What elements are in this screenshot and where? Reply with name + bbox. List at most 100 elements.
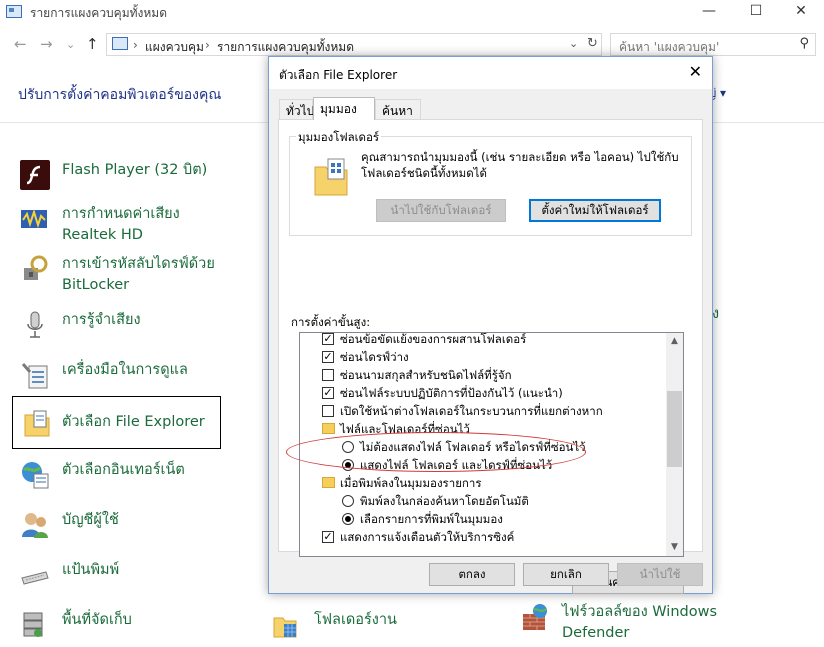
up-button[interactable]: ↑ xyxy=(86,35,99,53)
window-title: รายการแผงควบคุมทั้งหมด xyxy=(30,6,167,20)
checkbox-checked[interactable]: ✓ xyxy=(322,333,334,345)
advanced-setting-label: แสดงการแจ้งเตือนตัวให้บริการซิงค์ xyxy=(340,530,515,544)
scrollbar-thumb[interactable] xyxy=(667,391,682,467)
microphone-icon xyxy=(27,311,43,338)
cp-item-label: ตัวเลือกอินเทอร์เน็ต xyxy=(62,462,185,478)
admin-tools-icon xyxy=(21,363,48,389)
recent-locations-button[interactable]: ⌄ xyxy=(66,38,75,51)
breadcrumb-separator: › xyxy=(205,38,210,52)
cp-item-user-accounts[interactable]: บัญชีผู้ใช้ xyxy=(12,510,220,538)
cp-item-partial-label: ง xyxy=(712,306,720,322)
cp-item-label: ตัวเลือก File Explorer xyxy=(62,414,205,430)
cp-item-label: Flash Player (32 บิต) xyxy=(62,162,208,178)
folder-views-group: มุมมองโฟลเดอร์ คุณสามารถนำมุมมองนี้ (เช่… xyxy=(289,129,692,236)
address-bar[interactable]: › แผงควบคุม › รายการแผงควบคุมทั้งหมด ⌄ ↻ xyxy=(106,33,602,56)
tab-general[interactable]: ทั่วไป xyxy=(279,99,314,119)
advanced-setting-label: เมื่อพิมพ์ลงในมุมมองรายการ xyxy=(340,476,482,490)
tab-search[interactable]: ค้นหา xyxy=(375,99,421,119)
refresh-icon[interactable]: ↻ xyxy=(587,36,598,51)
advanced-setting-label: ซ่อนข้อขัดแย้งของการผสานโฟลเดอร์ xyxy=(340,332,527,346)
tab-view[interactable]: มุมมอง xyxy=(313,97,375,120)
apply-button[interactable]: นำไปใช้ xyxy=(617,563,703,586)
forward-button[interactable]: → xyxy=(40,35,53,53)
advanced-settings-list[interactable]: ✓ ซ่อนข้อขัดแย้งของการผสานโฟลเดอร์ ✓ ซ่อนได… xyxy=(299,332,684,557)
scroll-up-arrow[interactable]: ▲ xyxy=(666,333,683,350)
advanced-settings-label: การตั้งค่าขั้นสูง: xyxy=(291,315,371,329)
checkbox-checked[interactable]: ✓ xyxy=(322,531,334,543)
folder-icon xyxy=(322,477,335,488)
radio-unselected[interactable] xyxy=(342,441,354,453)
keyboard-icon xyxy=(21,571,49,585)
cp-item-realtek-audio[interactable]: การกำหนดค่าเสียง Realtek HD xyxy=(12,204,220,248)
user-accounts-icon xyxy=(22,513,48,538)
storage-icon xyxy=(23,612,43,637)
advanced-setting-label: ไม่ต้องแสดงไฟล์ โฟลเดอร์ หรือไดรฟ์ที่ซ่อ… xyxy=(360,440,586,454)
cp-item-bitlocker[interactable]: การเข้ารหัสลับไดรฟ์ด้วย BitLocker xyxy=(12,254,220,298)
realtek-audio-icon xyxy=(21,208,47,229)
cancel-button[interactable]: ยกเลิก xyxy=(523,563,609,586)
ok-button[interactable]: ตกลง xyxy=(429,563,515,586)
maximize-button[interactable]: ☐ xyxy=(733,0,779,24)
folder-icon xyxy=(322,423,335,434)
cp-item-work-folders[interactable]: โฟลเดอร์งาน xyxy=(264,610,444,638)
folder-views-legend: มุมมองโฟลเดอร์ xyxy=(296,129,382,147)
cp-item-label: การเข้ารหัสลับไดรฟ์ด้วย BitLocker xyxy=(62,256,215,293)
cp-item-flash-player[interactable]: Flash Player (32 บิต) xyxy=(12,160,220,190)
cp-item-label: ไฟร์วอลล์ของ Windows Defender xyxy=(562,604,718,641)
folder-views-description: คุณสามารถนำมุมมองนี้ (เช่น รายละเอียด หร… xyxy=(361,150,679,180)
close-window-button[interactable]: ✕ xyxy=(778,0,824,24)
radio-selected[interactable] xyxy=(342,513,354,525)
minimize-button[interactable]: — xyxy=(686,0,732,24)
address-dropdown-icon[interactable]: ⌄ xyxy=(569,37,578,50)
scroll-down-arrow[interactable]: ▼ xyxy=(666,539,683,556)
cp-item-speech-recognition[interactable]: การรู้จำเสียง xyxy=(12,310,220,338)
cp-item-label: แป้นพิมพ์ xyxy=(62,562,120,578)
reset-folders-button[interactable]: ตั้งค่าใหม่ให้โฟลเดอร์ xyxy=(529,199,661,222)
advanced-setting-label: เปิดใช้หน้าต่างโฟลเดอร์ในกระบวนการที่แยก… xyxy=(340,404,603,418)
title-bar: รายการแผงควบคุมทั้งหมด — ☐ ✕ xyxy=(0,0,824,24)
radio-selected[interactable] xyxy=(342,459,354,471)
dialog-close-button[interactable]: ✕ xyxy=(689,62,702,81)
cp-item-label: เครื่องมือในการดูแล xyxy=(62,362,188,378)
search-icon[interactable]: ⚲ xyxy=(799,36,809,51)
cp-item-label: พื้นที่จัดเก็บ xyxy=(62,612,132,628)
back-button[interactable]: ← xyxy=(14,35,27,53)
firewall-icon xyxy=(523,604,547,630)
breadcrumb-separator: › xyxy=(133,38,138,52)
advanced-setting-label: เลือกรายการที่พิมพ์ในมุมมอง xyxy=(360,512,503,526)
advanced-setting-label: ซ่อนไฟล์ระบบปฏิบัติการที่ป้องกันไว้ (แนะ… xyxy=(340,386,563,400)
advanced-setting-label: ซ่อนไดรฟ์ว่าง xyxy=(340,350,409,364)
search-input[interactable]: ค้นหา 'แผงควบคุม' ⚲ xyxy=(610,33,816,56)
cp-item-label: บัญชีผู้ใช้ xyxy=(62,512,119,528)
cp-item-file-explorer-options[interactable]: ตัวเลือก File Explorer xyxy=(12,396,221,449)
page-title: ปรับการตั้งค่าคอมพิวเตอร์ของคุณ xyxy=(18,87,222,103)
flash-icon xyxy=(20,160,50,190)
checkbox-unchecked[interactable] xyxy=(322,369,334,381)
radio-unselected[interactable] xyxy=(342,495,354,507)
cp-item-keyboard[interactable]: แป้นพิมพ์ xyxy=(12,560,220,588)
control-panel-window: รายการแผงควบคุมทั้งหมด — ☐ ✕ ← → ⌄ ↑ › แ… xyxy=(0,0,824,647)
bitlocker-key-icon xyxy=(24,255,48,280)
dialog-title-bar: ตัวเลือก File Explorer ✕ xyxy=(269,57,712,89)
control-panel-icon xyxy=(6,5,22,18)
address-control-panel-icon xyxy=(112,37,128,50)
cp-item-storage-spaces[interactable]: พื้นที่จัดเก็บ xyxy=(12,610,220,638)
advanced-setting-label: แสดงไฟล์ โฟลเดอร์ และไดรฟ์ที่ซ่อนไว้ xyxy=(360,458,553,472)
cp-item-label: โฟลเดอร์งาน xyxy=(314,612,397,628)
breadcrumb-control-panel[interactable]: แผงควบคุม xyxy=(145,38,204,57)
breadcrumb-all-items[interactable]: รายการแผงควบคุมทั้งหมด xyxy=(217,38,354,57)
cp-item-label: การรู้จำเสียง xyxy=(62,312,141,328)
cp-item-internet-options[interactable]: ตัวเลือกอินเทอร์เน็ต xyxy=(12,460,220,489)
cp-item-windows-firewall[interactable]: ไฟร์วอลล์ของ Windows Defender xyxy=(512,602,722,646)
checkbox-checked[interactable]: ✓ xyxy=(322,387,334,399)
cp-item-admin-tools[interactable]: เครื่องมือในการดูแล xyxy=(12,360,220,389)
cp-item-label: การกำหนดค่าเสียง Realtek HD xyxy=(62,206,180,243)
advanced-settings-scrollbar[interactable]: ▲ ▼ xyxy=(666,333,683,556)
dialog-title: ตัวเลือก File Explorer xyxy=(279,68,398,82)
file-explorer-options-dialog: ตัวเลือก File Explorer ✕ ทั่วไป มุมมอง ค… xyxy=(268,56,713,594)
work-folders-icon xyxy=(273,617,297,638)
checkbox-unchecked[interactable] xyxy=(322,405,334,417)
checkbox-checked[interactable]: ✓ xyxy=(322,351,334,363)
apply-to-folders-button[interactable]: นำไปใช้กับโฟลเดอร์ xyxy=(376,199,506,222)
advanced-setting-label: ซ่อนนามสกุลสำหรับชนิดไฟล์ที่รู้จัก xyxy=(340,368,512,382)
